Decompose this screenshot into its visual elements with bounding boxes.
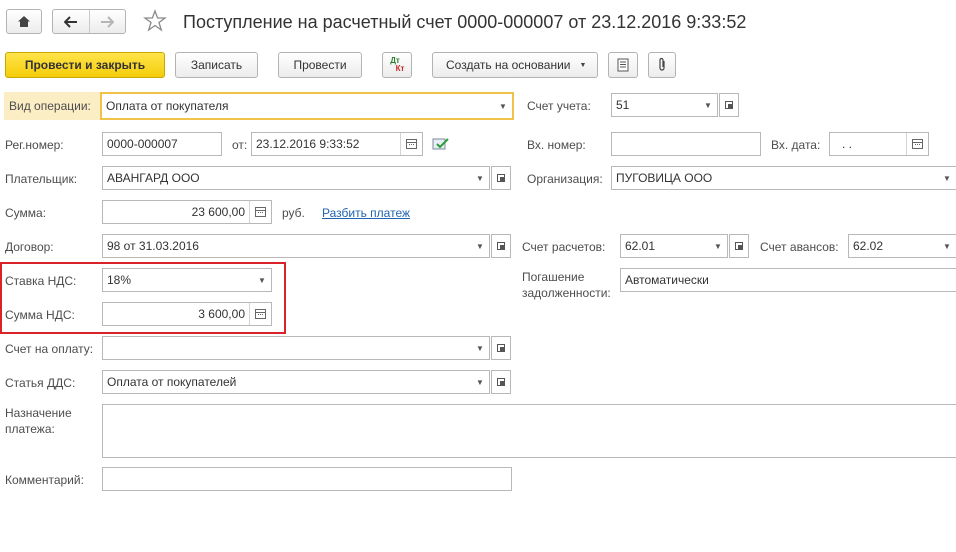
currency-label: руб. [282,206,305,220]
chevron-down-icon[interactable]: ▼ [938,235,956,257]
purpose-textarea[interactable] [102,404,956,458]
vat-amount-label: Сумма НДС: [5,308,75,322]
calculator-icon [255,309,266,319]
chevron-down-icon[interactable]: ▼ [471,337,489,359]
chevron-down-icon[interactable]: ▼ [471,167,489,189]
open-icon [497,174,505,182]
account-open-button[interactable] [719,93,739,117]
forward-button[interactable] [90,10,126,33]
kt-label: Кт [395,64,405,73]
invoice-label: Счет на оплату: [5,342,94,356]
date-label: от: [232,138,248,152]
contract-select[interactable]: 98 от 31.03.2016 ▼ [102,234,490,258]
comment-input[interactable] [102,467,512,491]
cash-flow-item-select[interactable]: Оплата от покупателей ▼ [102,370,490,394]
incoming-number-input[interactable] [611,132,761,156]
split-payment-link[interactable]: Разбить платеж [322,206,410,220]
vat-amount-input[interactable]: 3 600,00 [102,302,272,326]
favorite-star-icon[interactable] [143,9,167,33]
contract-label: Договор: [5,240,54,254]
contract-open-button[interactable] [491,234,511,258]
settlement-account-select[interactable]: 62.01 ▼ [620,234,728,258]
chevron-down-icon[interactable]: ▼ [253,269,271,291]
purpose-label-line1: Назначение [5,406,72,420]
account-select[interactable]: 51 ▼ [611,93,718,117]
account-label: Счет учета: [527,99,591,113]
post-button[interactable]: Провести [278,52,362,78]
operation-type-select[interactable]: Оплата от покупателя ▼ [100,92,514,120]
open-icon [497,378,505,386]
open-icon [497,344,505,352]
dt-kt-button[interactable]: Дт Кт [382,52,412,78]
open-icon [735,242,743,250]
calendar-button[interactable] [906,133,928,155]
organization-label: Организация: [527,172,603,186]
open-icon [497,242,505,250]
debt-repayment-label-line1: Погашение [522,270,585,284]
reg-number-label: Рег.номер: [5,138,64,152]
amount-label: Сумма: [5,206,47,220]
document-title: Поступление на расчетный счет 0000-00000… [183,12,747,32]
nav-button-group [52,9,126,34]
calendar-button[interactable] [400,133,422,155]
debt-repayment-label-line2: задолженности: [522,286,611,300]
payer-select[interactable]: АВАНГАРД ООО ▼ [102,166,490,190]
home-icon [18,16,30,27]
amount-input[interactable]: 23 600,00 [102,200,272,224]
purpose-label-line2: платежа: [5,422,55,436]
chevron-down-icon[interactable]: ▼ [699,94,717,116]
advance-account-label: Счет авансов: [760,240,839,254]
vat-rate-label: Ставка НДС: [5,274,77,288]
chevron-down-icon[interactable]: ▼ [709,235,727,257]
chevron-down-icon[interactable]: ▼ [471,371,489,393]
comment-label: Комментарий: [5,473,84,487]
settlement-account-label: Счет расчетов: [522,240,606,254]
chevron-down-icon[interactable]: ▼ [938,167,956,189]
arrow-left-icon [63,15,77,28]
chevron-down-icon: ▼ [579,61,587,69]
calculator-icon [255,207,266,217]
chevron-down-icon[interactable]: ▼ [471,235,489,257]
organization-select[interactable]: ПУГОВИЦА ООО ▼ [611,166,956,190]
open-icon [725,101,733,109]
payer-label: Плательщик: [5,172,78,186]
incoming-date-label: Вх. дата: [771,138,821,152]
post-and-close-button[interactable]: Провести и закрыть [5,52,165,78]
chevron-down-icon[interactable]: ▼ [494,94,512,118]
home-button[interactable] [6,9,42,34]
posted-status-icon [432,136,450,152]
save-button[interactable]: Записать [175,52,258,78]
incoming-number-label: Вх. номер: [527,138,586,152]
cash-flow-item-label: Статья ДДС: [5,376,76,390]
cash-flow-item-open-button[interactable] [491,370,511,394]
paperclip-icon [659,57,665,71]
operation-type-label: Вид операции: [9,99,91,113]
back-button[interactable] [53,10,90,33]
document-icon [617,58,629,72]
date-input[interactable]: 23.12.2016 9:33:52 [251,132,423,156]
settlement-account-open-button[interactable] [729,234,749,258]
attach-file-button[interactable] [648,52,676,78]
incoming-date-input[interactable]: . . [829,132,929,156]
advance-account-select[interactable]: 62.02 ▼ [848,234,956,258]
reg-number-input[interactable]: 0000-000007 [102,132,222,156]
debt-repayment-select[interactable]: Автоматически [620,268,956,292]
create-based-on-label: Создать на основании [446,58,571,72]
arrow-right-icon [101,15,115,28]
calculator-button[interactable] [249,303,271,325]
vat-rate-select[interactable]: 18% ▼ [102,268,272,292]
calendar-icon [912,139,923,149]
invoice-open-button[interactable] [491,336,511,360]
report-button[interactable] [608,52,638,78]
payer-open-button[interactable] [491,166,511,190]
create-based-on-button[interactable]: Создать на основании ▼ [432,52,598,78]
calculator-button[interactable] [249,201,271,223]
calendar-icon [406,139,417,149]
invoice-select[interactable]: ▼ [102,336,490,360]
